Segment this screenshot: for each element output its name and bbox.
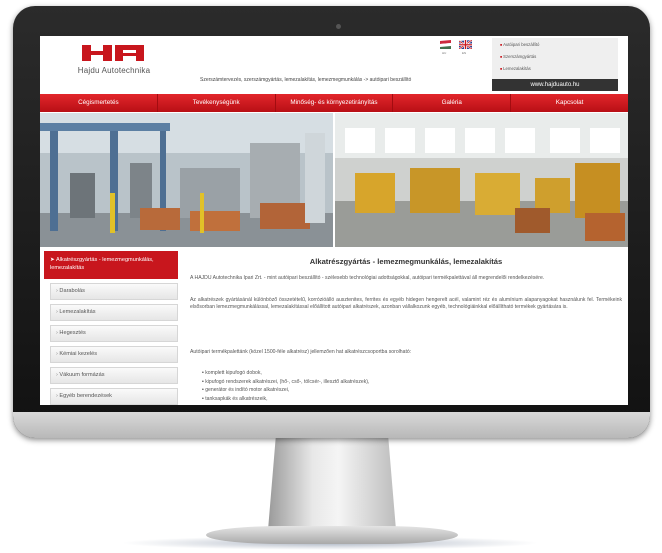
site-header: Hajdu Autotechnika Szerszámtervezés, sze… — [40, 36, 628, 94]
monitor-chin — [13, 412, 650, 438]
sidebar-item-cutting[interactable]: Darabolás — [50, 283, 178, 300]
flag-label-hu: HU — [442, 51, 447, 55]
brand-name: Hajdu Autotechnika — [77, 66, 151, 75]
sidebar-item-chemical[interactable]: Kémiai kezelés — [50, 346, 178, 363]
sidebar-item-vacuum[interactable]: Vákuum formázás — [50, 367, 178, 384]
camera-icon — [336, 24, 341, 29]
nav-item-contact[interactable]: Kapcsolat — [511, 94, 628, 112]
monitor-stand — [268, 438, 396, 530]
sidebar-item-forming[interactable]: Lemezalakítás — [50, 304, 178, 321]
sidebar-menu: ➤ Alkatrészgyártás - lemezmegmunkálás, l… — [40, 249, 180, 405]
company-logo[interactable] — [80, 42, 146, 64]
nav-item-quality[interactable]: Minőség- és környezetirányítás — [276, 94, 394, 112]
hungarian-flag-icon[interactable] — [439, 40, 452, 49]
product-list: komplett kipufogó dobok, kipufogó rendsz… — [202, 369, 602, 403]
flag-label-en: EN — [462, 51, 467, 55]
list-item: generátor és indító motor alkatrészei, — [202, 386, 602, 395]
materials-paragraph: Az alkatrészek gyártásánál különböző öss… — [190, 297, 622, 310]
sidebar-item-welding[interactable]: Hegesztés — [50, 325, 178, 342]
site-tagline: Szerszámtervezés, szerszámgyártás, lemez… — [200, 77, 412, 83]
intro-paragraph: A HAJDU Autotechnika Ipari Zrt. - mint a… — [190, 275, 545, 281]
monitor-stand-base — [206, 526, 458, 544]
quick-links: Autóipari beszállító Szerszámgyártás Lem… — [492, 38, 618, 79]
english-flag-icon[interactable] — [459, 40, 472, 49]
main-nav: Cégismertetés Tevékenységünk Minőség- és… — [40, 94, 628, 112]
quicklink-supplier[interactable]: Autóipari beszállító — [500, 40, 618, 50]
sidebar-item-active[interactable]: ➤ Alkatrészgyártás - lemezmegmunkálás, l… — [44, 251, 178, 279]
main-content: Alkatrészgyártás - lemezmegmunkálás, lem… — [190, 249, 622, 405]
nav-item-gallery[interactable]: Galéria — [393, 94, 512, 112]
nav-item-activities[interactable]: Tevékenységünk — [158, 94, 276, 112]
list-item: komplett kipufogó dobok, — [202, 369, 602, 378]
factory-photo-right — [335, 113, 628, 247]
language-switcher: HU EN — [437, 40, 477, 60]
site-url[interactable]: www.hajduauto.hu — [492, 79, 618, 91]
factory-photo-left — [40, 113, 333, 247]
sidebar-item-other[interactable]: Egyéb berendezések — [50, 388, 178, 405]
nav-item-company[interactable]: Cégismertetés — [40, 94, 158, 112]
quicklink-toolmaking[interactable]: Szerszámgyártás — [500, 52, 618, 62]
list-item: kipufogó rendszerek alkatrészei, (hő-, c… — [202, 378, 602, 387]
quicklink-forming[interactable]: Lemezalakítás — [500, 64, 618, 74]
page-title: Alkatrészgyártás - lemezmegmunkálás, lem… — [309, 257, 503, 266]
sidebar-active-label: Alkatrészgyártás - lemezmegmunkálás, lem… — [50, 257, 154, 271]
website-screen: Hajdu Autotechnika Szerszámtervezés, sze… — [40, 36, 628, 405]
product-range-paragraph: Autóipari termékpalettánk (közel 1500-fé… — [190, 349, 412, 355]
list-item: tanksapkák és alkatrészeik, — [202, 395, 602, 404]
